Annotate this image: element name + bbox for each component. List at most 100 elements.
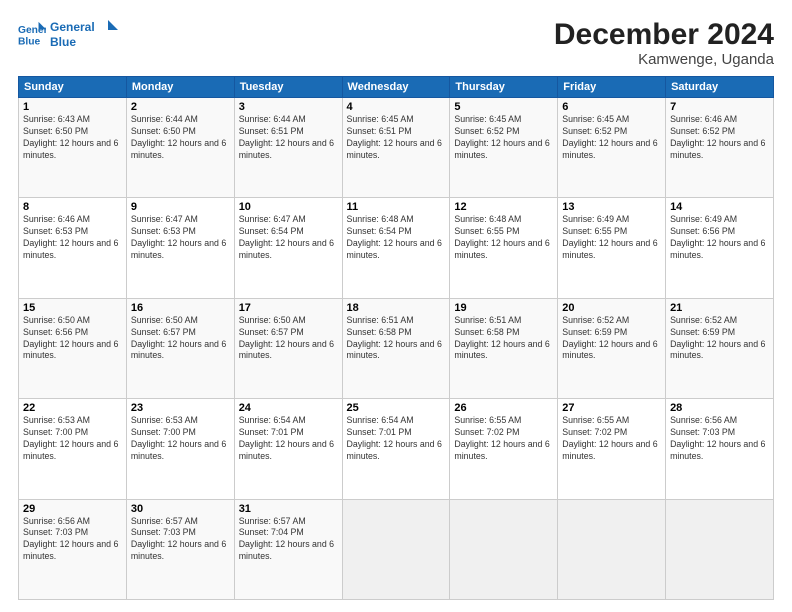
calendar-body: 1 Sunrise: 6:43 AM Sunset: 6:50 PM Dayli… xyxy=(19,98,774,600)
day-info: Sunrise: 6:53 AM Sunset: 7:00 PM Dayligh… xyxy=(23,415,122,463)
calendar-cell xyxy=(450,499,558,599)
svg-text:Blue: Blue xyxy=(18,36,41,47)
calendar-cell: 21 Sunrise: 6:52 AM Sunset: 6:59 PM Dayl… xyxy=(666,298,774,398)
day-number: 16 xyxy=(131,302,230,314)
day-info: Sunrise: 6:53 AM Sunset: 7:00 PM Dayligh… xyxy=(131,415,230,463)
calendar-cell: 29 Sunrise: 6:56 AM Sunset: 7:03 PM Dayl… xyxy=(19,499,127,599)
day-info: Sunrise: 6:52 AM Sunset: 6:59 PM Dayligh… xyxy=(670,315,769,363)
weekday-header: Sunday xyxy=(19,77,127,98)
day-info: Sunrise: 6:49 AM Sunset: 6:55 PM Dayligh… xyxy=(562,214,661,262)
day-number: 3 xyxy=(239,101,338,113)
calendar-cell: 1 Sunrise: 6:43 AM Sunset: 6:50 PM Dayli… xyxy=(19,98,127,198)
weekday-header: Tuesday xyxy=(234,77,342,98)
day-info: Sunrise: 6:46 AM Sunset: 6:52 PM Dayligh… xyxy=(670,114,769,162)
day-info: Sunrise: 6:50 AM Sunset: 6:57 PM Dayligh… xyxy=(131,315,230,363)
calendar-cell: 18 Sunrise: 6:51 AM Sunset: 6:58 PM Dayl… xyxy=(342,298,450,398)
title-block: December 2024 Kamwenge, Uganda xyxy=(554,18,774,68)
calendar-cell: 22 Sunrise: 6:53 AM Sunset: 7:00 PM Dayl… xyxy=(19,399,127,499)
day-number: 1 xyxy=(23,101,122,113)
calendar-cell: 14 Sunrise: 6:49 AM Sunset: 6:56 PM Dayl… xyxy=(666,198,774,298)
calendar-cell: 28 Sunrise: 6:56 AM Sunset: 7:03 PM Dayl… xyxy=(666,399,774,499)
weekday-header: Monday xyxy=(126,77,234,98)
calendar-table: SundayMondayTuesdayWednesdayThursdayFrid… xyxy=(18,76,774,600)
calendar-cell: 20 Sunrise: 6:52 AM Sunset: 6:59 PM Dayl… xyxy=(558,298,666,398)
day-number: 22 xyxy=(23,402,122,414)
day-info: Sunrise: 6:48 AM Sunset: 6:55 PM Dayligh… xyxy=(454,214,553,262)
day-number: 11 xyxy=(347,201,446,213)
day-number: 30 xyxy=(131,503,230,515)
day-number: 24 xyxy=(239,402,338,414)
day-info: Sunrise: 6:44 AM Sunset: 6:50 PM Dayligh… xyxy=(131,114,230,162)
calendar-cell: 7 Sunrise: 6:46 AM Sunset: 6:52 PM Dayli… xyxy=(666,98,774,198)
day-number: 29 xyxy=(23,503,122,515)
calendar-cell: 4 Sunrise: 6:45 AM Sunset: 6:51 PM Dayli… xyxy=(342,98,450,198)
calendar-cell: 6 Sunrise: 6:45 AM Sunset: 6:52 PM Dayli… xyxy=(558,98,666,198)
day-number: 10 xyxy=(239,201,338,213)
day-number: 12 xyxy=(454,201,553,213)
day-info: Sunrise: 6:49 AM Sunset: 6:56 PM Dayligh… xyxy=(670,214,769,262)
calendar-cell: 17 Sunrise: 6:50 AM Sunset: 6:57 PM Dayl… xyxy=(234,298,342,398)
calendar-cell xyxy=(666,499,774,599)
day-number: 2 xyxy=(131,101,230,113)
page: General Blue General Blue December 2024 … xyxy=(0,0,792,612)
day-number: 25 xyxy=(347,402,446,414)
day-number: 14 xyxy=(670,201,769,213)
day-info: Sunrise: 6:48 AM Sunset: 6:54 PM Dayligh… xyxy=(347,214,446,262)
calendar-cell: 27 Sunrise: 6:55 AM Sunset: 7:02 PM Dayl… xyxy=(558,399,666,499)
calendar-cell: 15 Sunrise: 6:50 AM Sunset: 6:56 PM Dayl… xyxy=(19,298,127,398)
weekday-header: Friday xyxy=(558,77,666,98)
calendar-cell xyxy=(342,499,450,599)
day-number: 26 xyxy=(454,402,553,414)
day-info: Sunrise: 6:45 AM Sunset: 6:52 PM Dayligh… xyxy=(454,114,553,162)
logo: General Blue General Blue xyxy=(18,18,120,50)
svg-text:General: General xyxy=(50,20,95,34)
day-info: Sunrise: 6:55 AM Sunset: 7:02 PM Dayligh… xyxy=(562,415,661,463)
calendar-week-row: 1 Sunrise: 6:43 AM Sunset: 6:50 PM Dayli… xyxy=(19,98,774,198)
day-info: Sunrise: 6:57 AM Sunset: 7:03 PM Dayligh… xyxy=(131,516,230,564)
calendar-cell: 10 Sunrise: 6:47 AM Sunset: 6:54 PM Dayl… xyxy=(234,198,342,298)
day-number: 18 xyxy=(347,302,446,314)
calendar-header-row: SundayMondayTuesdayWednesdayThursdayFrid… xyxy=(19,77,774,98)
day-info: Sunrise: 6:45 AM Sunset: 6:51 PM Dayligh… xyxy=(347,114,446,162)
day-info: Sunrise: 6:51 AM Sunset: 6:58 PM Dayligh… xyxy=(454,315,553,363)
calendar-cell: 16 Sunrise: 6:50 AM Sunset: 6:57 PM Dayl… xyxy=(126,298,234,398)
day-number: 4 xyxy=(347,101,446,113)
day-number: 19 xyxy=(454,302,553,314)
calendar-cell: 3 Sunrise: 6:44 AM Sunset: 6:51 PM Dayli… xyxy=(234,98,342,198)
day-info: Sunrise: 6:54 AM Sunset: 7:01 PM Dayligh… xyxy=(347,415,446,463)
calendar-week-row: 22 Sunrise: 6:53 AM Sunset: 7:00 PM Dayl… xyxy=(19,399,774,499)
header: General Blue General Blue December 2024 … xyxy=(18,18,774,68)
weekday-header: Saturday xyxy=(666,77,774,98)
day-number: 23 xyxy=(131,402,230,414)
day-info: Sunrise: 6:47 AM Sunset: 6:53 PM Dayligh… xyxy=(131,214,230,262)
day-info: Sunrise: 6:54 AM Sunset: 7:01 PM Dayligh… xyxy=(239,415,338,463)
day-info: Sunrise: 6:55 AM Sunset: 7:02 PM Dayligh… xyxy=(454,415,553,463)
calendar-week-row: 15 Sunrise: 6:50 AM Sunset: 6:56 PM Dayl… xyxy=(19,298,774,398)
calendar-week-row: 29 Sunrise: 6:56 AM Sunset: 7:03 PM Dayl… xyxy=(19,499,774,599)
calendar-cell: 11 Sunrise: 6:48 AM Sunset: 6:54 PM Dayl… xyxy=(342,198,450,298)
day-number: 20 xyxy=(562,302,661,314)
day-info: Sunrise: 6:45 AM Sunset: 6:52 PM Dayligh… xyxy=(562,114,661,162)
weekday-header: Wednesday xyxy=(342,77,450,98)
subtitle: Kamwenge, Uganda xyxy=(554,51,774,68)
calendar-cell: 26 Sunrise: 6:55 AM Sunset: 7:02 PM Dayl… xyxy=(450,399,558,499)
calendar-cell: 8 Sunrise: 6:46 AM Sunset: 6:53 PM Dayli… xyxy=(19,198,127,298)
day-number: 8 xyxy=(23,201,122,213)
day-info: Sunrise: 6:52 AM Sunset: 6:59 PM Dayligh… xyxy=(562,315,661,363)
day-number: 5 xyxy=(454,101,553,113)
calendar-cell: 31 Sunrise: 6:57 AM Sunset: 7:04 PM Dayl… xyxy=(234,499,342,599)
day-info: Sunrise: 6:44 AM Sunset: 6:51 PM Dayligh… xyxy=(239,114,338,162)
day-number: 13 xyxy=(562,201,661,213)
calendar-week-row: 8 Sunrise: 6:46 AM Sunset: 6:53 PM Dayli… xyxy=(19,198,774,298)
day-info: Sunrise: 6:56 AM Sunset: 7:03 PM Dayligh… xyxy=(23,516,122,564)
day-number: 15 xyxy=(23,302,122,314)
main-title: December 2024 xyxy=(554,18,774,51)
calendar-cell: 30 Sunrise: 6:57 AM Sunset: 7:03 PM Dayl… xyxy=(126,499,234,599)
day-info: Sunrise: 6:57 AM Sunset: 7:04 PM Dayligh… xyxy=(239,516,338,564)
calendar-cell xyxy=(558,499,666,599)
day-number: 17 xyxy=(239,302,338,314)
calendar-cell: 5 Sunrise: 6:45 AM Sunset: 6:52 PM Dayli… xyxy=(450,98,558,198)
day-info: Sunrise: 6:50 AM Sunset: 6:57 PM Dayligh… xyxy=(239,315,338,363)
day-info: Sunrise: 6:47 AM Sunset: 6:54 PM Dayligh… xyxy=(239,214,338,262)
calendar-cell: 23 Sunrise: 6:53 AM Sunset: 7:00 PM Dayl… xyxy=(126,399,234,499)
